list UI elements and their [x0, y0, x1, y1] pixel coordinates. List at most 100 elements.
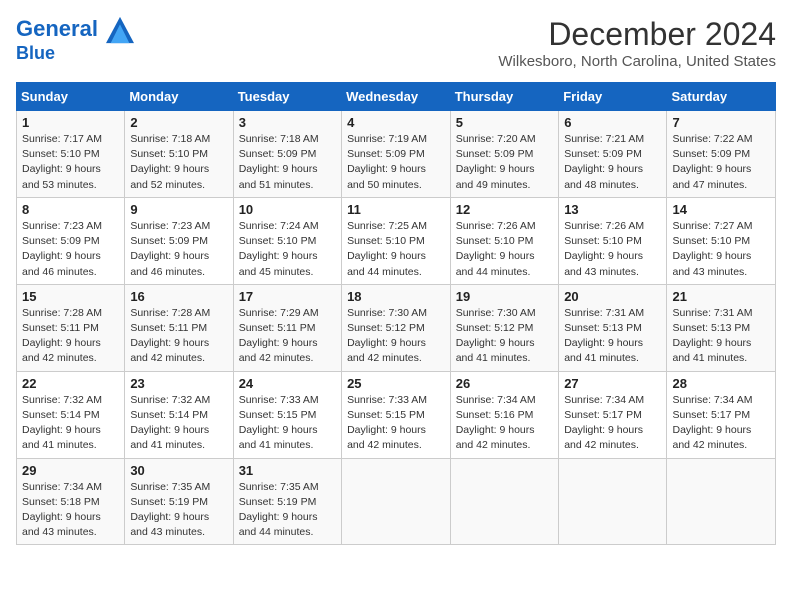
day-number: 19 [456, 289, 553, 304]
calendar-cell: 16 Sunrise: 7:28 AM Sunset: 5:11 PM Dayli… [125, 284, 233, 371]
calendar-cell: 18Sunrise: 7:30 AM Sunset: 5:12 PM Dayli… [342, 284, 451, 371]
day-info: Sunrise: 7:32 AM Sunset: 5:14 PM Dayligh… [130, 393, 227, 454]
calendar-table: SundayMondayTuesdayWednesdayThursdayFrid… [16, 82, 776, 545]
calendar-cell: 27 Sunrise: 7:34 AM Sunset: 5:17 PM Dayli… [559, 371, 667, 458]
day-number: 2 [130, 115, 227, 130]
day-info: Sunrise: 7:23 AM Sunset: 5:09 PM Dayligh… [22, 219, 119, 280]
day-info: Sunrise: 7:34 AM Sunset: 5:16 PM Dayligh… [456, 393, 553, 454]
calendar-cell [342, 458, 451, 545]
day-number: 9 [130, 202, 227, 217]
logo-text: General [16, 16, 134, 44]
calendar-cell: 2 Sunrise: 7:18 AM Sunset: 5:10 PM Daylig… [125, 111, 233, 198]
calendar-cell: 1 Sunrise: 7:17 AM Sunset: 5:10 PM Daylig… [17, 111, 125, 198]
calendar-cell: 20 Sunrise: 7:31 AM Sunset: 5:13 PM Dayli… [559, 284, 667, 371]
calendar-cell: 31Sunrise: 7:35 AM Sunset: 5:19 PM Dayli… [233, 458, 341, 545]
calendar-cell [667, 458, 776, 545]
day-number: 13 [564, 202, 661, 217]
day-number: 29 [22, 463, 119, 478]
day-number: 12 [456, 202, 553, 217]
weekday-header: Friday [559, 83, 667, 111]
day-info: Sunrise: 7:23 AM Sunset: 5:09 PM Dayligh… [130, 219, 227, 280]
day-number: 1 [22, 115, 119, 130]
calendar-cell: 5Sunrise: 7:20 AM Sunset: 5:09 PM Daylig… [450, 111, 558, 198]
day-info: Sunrise: 7:34 AM Sunset: 5:17 PM Dayligh… [672, 393, 770, 454]
weekday-header: Tuesday [233, 83, 341, 111]
day-info: Sunrise: 7:17 AM Sunset: 5:10 PM Dayligh… [22, 132, 119, 193]
calendar-cell: 28 Sunrise: 7:34 AM Sunset: 5:17 PM Dayli… [667, 371, 776, 458]
day-info: Sunrise: 7:30 AM Sunset: 5:12 PM Dayligh… [456, 306, 553, 367]
day-info: Sunrise: 7:35 AM Sunset: 5:19 PM Dayligh… [239, 480, 336, 541]
calendar-cell: 29 Sunrise: 7:34 AM Sunset: 5:18 PM Dayli… [17, 458, 125, 545]
day-info: Sunrise: 7:28 AM Sunset: 5:11 PM Dayligh… [130, 306, 227, 367]
logo: General Blue [16, 16, 134, 64]
calendar-cell: 25 Sunrise: 7:33 AM Sunset: 5:15 PM Dayli… [342, 371, 451, 458]
day-number: 4 [347, 115, 445, 130]
calendar-week-row: 1 Sunrise: 7:17 AM Sunset: 5:10 PM Daylig… [17, 111, 776, 198]
day-number: 25 [347, 376, 445, 391]
calendar-week-row: 8 Sunrise: 7:23 AM Sunset: 5:09 PM Daylig… [17, 197, 776, 284]
day-info: Sunrise: 7:34 AM Sunset: 5:18 PM Dayligh… [22, 480, 119, 541]
day-info: Sunrise: 7:31 AM Sunset: 5:13 PM Dayligh… [564, 306, 661, 367]
day-number: 14 [672, 202, 770, 217]
day-info: Sunrise: 7:33 AM Sunset: 5:15 PM Dayligh… [347, 393, 445, 454]
day-number: 22 [22, 376, 119, 391]
day-info: Sunrise: 7:18 AM Sunset: 5:09 PM Dayligh… [239, 132, 336, 193]
calendar-cell: 8 Sunrise: 7:23 AM Sunset: 5:09 PM Daylig… [17, 197, 125, 284]
day-number: 23 [130, 376, 227, 391]
calendar-cell: 26Sunrise: 7:34 AM Sunset: 5:16 PM Dayli… [450, 371, 558, 458]
calendar-cell: 7 Sunrise: 7:22 AM Sunset: 5:09 PM Daylig… [667, 111, 776, 198]
day-number: 27 [564, 376, 661, 391]
calendar-week-row: 22 Sunrise: 7:32 AM Sunset: 5:14 PM Dayli… [17, 371, 776, 458]
calendar-cell: 3Sunrise: 7:18 AM Sunset: 5:09 PM Daylig… [233, 111, 341, 198]
weekday-header: Monday [125, 83, 233, 111]
logo-blue: Blue [16, 44, 134, 64]
calendar-cell: 12 Sunrise: 7:26 AM Sunset: 5:10 PM Dayli… [450, 197, 558, 284]
calendar-cell: 15 Sunrise: 7:28 AM Sunset: 5:11 PM Dayli… [17, 284, 125, 371]
header: General Blue December 2024 Wilkesboro, N… [16, 16, 776, 70]
day-info: Sunrise: 7:34 AM Sunset: 5:17 PM Dayligh… [564, 393, 661, 454]
calendar-cell: 22 Sunrise: 7:32 AM Sunset: 5:14 PM Dayli… [17, 371, 125, 458]
day-info: Sunrise: 7:26 AM Sunset: 5:10 PM Dayligh… [456, 219, 553, 280]
month-year-title: December 2024 [498, 16, 776, 53]
day-number: 6 [564, 115, 661, 130]
day-info: Sunrise: 7:22 AM Sunset: 5:09 PM Dayligh… [672, 132, 770, 193]
title-block: December 2024 Wilkesboro, North Carolina… [498, 16, 776, 70]
day-number: 18 [347, 289, 445, 304]
day-number: 24 [239, 376, 336, 391]
calendar-cell: 24 Sunrise: 7:33 AM Sunset: 5:15 PM Dayli… [233, 371, 341, 458]
day-info: Sunrise: 7:25 AM Sunset: 5:10 PM Dayligh… [347, 219, 445, 280]
day-number: 21 [672, 289, 770, 304]
day-number: 15 [22, 289, 119, 304]
day-number: 16 [130, 289, 227, 304]
calendar-cell: 13 Sunrise: 7:26 AM Sunset: 5:10 PM Dayli… [559, 197, 667, 284]
day-info: Sunrise: 7:20 AM Sunset: 5:09 PM Dayligh… [456, 132, 553, 193]
day-info: Sunrise: 7:21 AM Sunset: 5:09 PM Dayligh… [564, 132, 661, 193]
calendar-cell: 4 Sunrise: 7:19 AM Sunset: 5:09 PM Daylig… [342, 111, 451, 198]
day-info: Sunrise: 7:28 AM Sunset: 5:11 PM Dayligh… [22, 306, 119, 367]
day-info: Sunrise: 7:19 AM Sunset: 5:09 PM Dayligh… [347, 132, 445, 193]
day-info: Sunrise: 7:32 AM Sunset: 5:14 PM Dayligh… [22, 393, 119, 454]
day-number: 30 [130, 463, 227, 478]
day-info: Sunrise: 7:33 AM Sunset: 5:15 PM Dayligh… [239, 393, 336, 454]
location-subtitle: Wilkesboro, North Carolina, United State… [498, 53, 776, 70]
weekday-header: Saturday [667, 83, 776, 111]
day-info: Sunrise: 7:26 AM Sunset: 5:10 PM Dayligh… [564, 219, 661, 280]
day-info: Sunrise: 7:18 AM Sunset: 5:10 PM Dayligh… [130, 132, 227, 193]
calendar-header: SundayMondayTuesdayWednesdayThursdayFrid… [17, 83, 776, 111]
day-number: 8 [22, 202, 119, 217]
calendar-cell: 6 Sunrise: 7:21 AM Sunset: 5:09 PM Daylig… [559, 111, 667, 198]
day-info: Sunrise: 7:24 AM Sunset: 5:10 PM Dayligh… [239, 219, 336, 280]
weekday-header: Sunday [17, 83, 125, 111]
calendar-cell: 17Sunrise: 7:29 AM Sunset: 5:11 PM Dayli… [233, 284, 341, 371]
calendar-cell: 9 Sunrise: 7:23 AM Sunset: 5:09 PM Daylig… [125, 197, 233, 284]
day-info: Sunrise: 7:29 AM Sunset: 5:11 PM Dayligh… [239, 306, 336, 367]
calendar-week-row: 15 Sunrise: 7:28 AM Sunset: 5:11 PM Dayli… [17, 284, 776, 371]
day-number: 20 [564, 289, 661, 304]
day-number: 7 [672, 115, 770, 130]
day-info: Sunrise: 7:35 AM Sunset: 5:19 PM Dayligh… [130, 480, 227, 541]
calendar-body: 1 Sunrise: 7:17 AM Sunset: 5:10 PM Daylig… [17, 111, 776, 545]
calendar-week-row: 29 Sunrise: 7:34 AM Sunset: 5:18 PM Dayli… [17, 458, 776, 545]
day-number: 28 [672, 376, 770, 391]
day-number: 11 [347, 202, 445, 217]
weekday-header: Thursday [450, 83, 558, 111]
